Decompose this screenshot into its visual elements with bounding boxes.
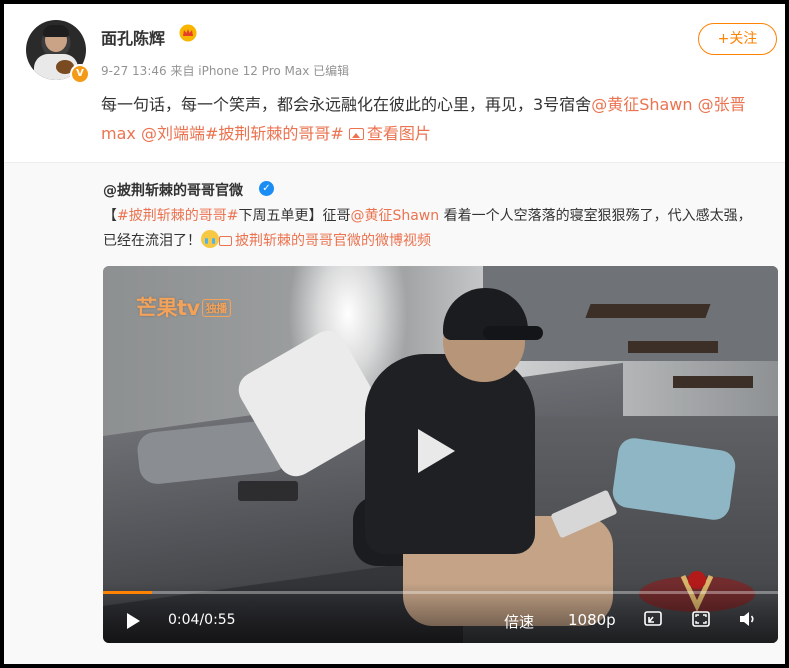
author-name[interactable]: 面孔陈辉 xyxy=(101,25,165,49)
retweet-text: 【#披荆斩棘的哥哥#下周五单更】征哥@黄征Shawn 看着一个人空落落的寝室狠狠… xyxy=(103,208,752,249)
post-content: 每一句话，每一个笑声，都会永远融化在彼此的心里，再见，3号宿舍@黄征Shawn … xyxy=(101,90,771,148)
crown-icon xyxy=(179,24,197,42)
retweet-author[interactable]: @披荆斩棘的哥哥官微 xyxy=(103,180,243,200)
fullscreen-icon[interactable] xyxy=(692,611,710,627)
crying-emoji-icon xyxy=(201,230,219,248)
follow-button[interactable]: +关注 xyxy=(698,23,777,55)
picture-icon xyxy=(348,128,364,140)
mention-liuduanduan[interactable]: @刘端端 xyxy=(141,124,205,143)
view-picture-link[interactable]: 查看图片 xyxy=(348,124,431,143)
hashtag-link[interactable]: #披荆斩棘的哥哥# xyxy=(205,124,344,143)
big-play-icon[interactable] xyxy=(418,429,455,473)
speed-button[interactable]: 倍速 xyxy=(504,611,534,632)
play-icon[interactable] xyxy=(127,613,140,629)
pip-icon[interactable] xyxy=(644,611,662,627)
progress-fill xyxy=(103,591,153,594)
retweet-mention[interactable]: @黄征Shawn xyxy=(350,208,439,224)
video-player[interactable]: 芒果tv 独播 0:04/0:55 倍速 1080p xyxy=(103,266,778,643)
quality-button[interactable]: 1080p xyxy=(568,611,616,629)
weibo-post-card: V 面孔陈辉 9-27 13:46 来自 iPhone 12 Pro Max 已… xyxy=(4,4,785,664)
video-link[interactable]: 披荆斩棘的哥哥官微的微博视频 xyxy=(219,233,431,249)
post-meta: 9-27 13:46 来自 iPhone 12 Pro Max 已编辑 xyxy=(101,64,350,78)
volume-icon[interactable] xyxy=(739,611,757,627)
time-display: 0:04/0:55 xyxy=(168,612,236,628)
mention-huangzheng[interactable]: @黄征Shawn xyxy=(591,95,692,114)
video-icon xyxy=(219,236,232,246)
verified-badge-icon: V xyxy=(70,64,90,84)
mango-tv-logo: 芒果tv 独播 xyxy=(136,292,231,322)
retweet-hashtag[interactable]: #披荆斩棘的哥哥# xyxy=(117,208,238,224)
progress-bar[interactable] xyxy=(103,591,778,594)
verified-blue-icon: ✓ xyxy=(259,181,274,196)
post-text: 每一句话，每一个笑声，都会永远融化在彼此的心里，再见，3号宿舍 xyxy=(101,95,592,114)
